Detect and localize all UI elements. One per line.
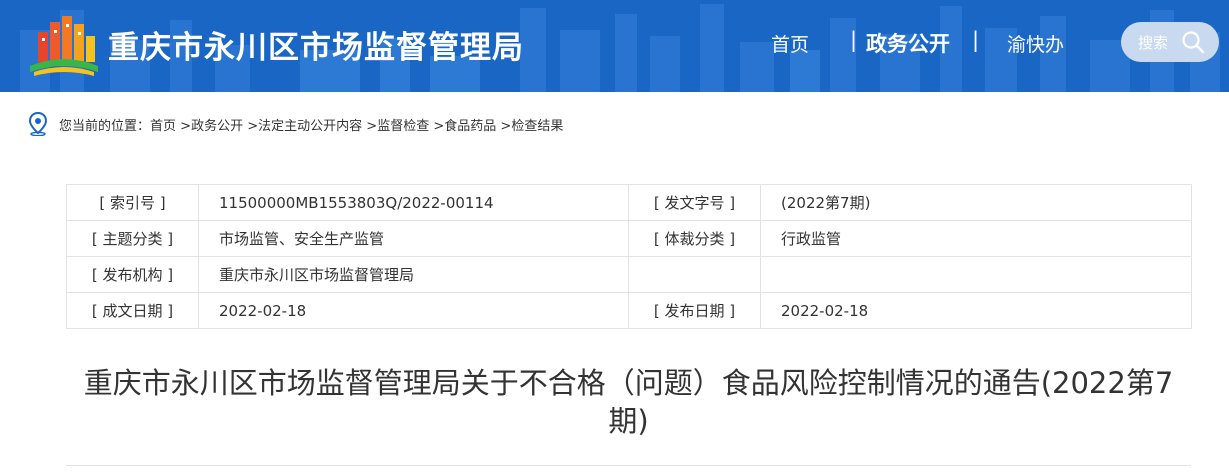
publishing-agency-label: [ 发布机构 ] — [66, 256, 199, 293]
breadcrumb-item-supervision-inspection[interactable]: 监督检查 — [377, 119, 429, 134]
breadcrumb-item-inspection-results[interactable]: 检查结果 — [511, 119, 563, 134]
breadcrumb-prefix: 您当前的位置： — [59, 119, 151, 134]
nav-separator: | — [850, 28, 858, 52]
search-icon — [1182, 31, 1205, 54]
index-number-label: [ 索引号 ] — [66, 184, 199, 221]
search-button-label: 搜索 — [1138, 34, 1169, 52]
document-number-value: (2022第7期) — [760, 184, 1192, 221]
nav-yukuaiban[interactable]: 渝快办 — [1007, 30, 1064, 57]
document-info-table: [ 索引号 ] 11500000MB1553803Q/2022-00114 [ … — [66, 184, 1192, 329]
publish-date-value: 2022-02-18 — [760, 292, 1192, 329]
publishing-agency-value: 重庆市永川区市场监督管理局 — [198, 256, 629, 293]
nav-government-affairs[interactable]: 政务公开 — [866, 28, 950, 58]
document-number-label: [ 发文字号 ] — [628, 184, 761, 221]
document-title: 重庆市永川区市场监督管理局关于不合格（问题）食品风险控制情况的通告(2022第7… — [60, 364, 1197, 440]
breadcrumb-arrow: > — [180, 119, 192, 134]
breadcrumb-arrow: > — [247, 119, 259, 134]
document-title-line: 期) — [608, 404, 649, 438]
search-button[interactable]: 搜索 — [1121, 22, 1219, 62]
genre-category-value: 行政监管 — [760, 220, 1192, 257]
empty-cell — [628, 256, 761, 293]
site-title[interactable]: 重庆市永川区市场监督管理局 — [108, 22, 524, 67]
table-row: [ 发布机构 ] 重庆市永川区市场监督管理局 — [66, 256, 1192, 293]
site-header: 重庆市永川区市场监督管理局 首页 | 政务公开 | 渝快办 搜索 — [0, 0, 1229, 92]
nav-separator: | — [972, 28, 980, 52]
breadcrumb-arrow: > — [366, 119, 378, 134]
table-row: [ 索引号 ] 11500000MB1553803Q/2022-00114 [ … — [66, 184, 1192, 221]
subject-category-value: 市场监管、安全生产监管 — [198, 220, 629, 257]
document-title-line: 重庆市永川区市场监督管理局关于不合格（问题）食品风险控制情况的通告(2022第7 — [83, 366, 1174, 400]
creation-date-value: 2022-02-18 — [198, 292, 629, 329]
breadcrumb-arrow: > — [433, 119, 445, 134]
breadcrumb-item-food-drugs[interactable]: 食品药品 — [444, 119, 496, 134]
breadcrumb-item-government-affairs[interactable]: 政务公开 — [191, 119, 243, 134]
location-pin-icon — [28, 112, 48, 136]
publish-date-label: [ 发布日期 ] — [628, 292, 761, 329]
index-number-value: 11500000MB1553803Q/2022-00114 — [198, 184, 629, 221]
nav-home[interactable]: 首页 — [771, 30, 809, 57]
logo-icon[interactable] — [28, 14, 100, 78]
breadcrumb-item-statutory-disclosure[interactable]: 法定主动公开内容 — [258, 119, 362, 134]
creation-date-label: [ 成文日期 ] — [66, 292, 199, 329]
empty-cell — [760, 256, 1192, 293]
table-row: [ 主题分类 ] 市场监管、安全生产监管 [ 体裁分类 ] 行政监管 — [66, 220, 1192, 257]
divider — [66, 465, 1191, 466]
breadcrumb-item-home[interactable]: 首页 — [150, 119, 176, 134]
breadcrumb-arrow: > — [500, 119, 512, 134]
table-row: [ 成文日期 ] 2022-02-18 [ 发布日期 ] 2022-02-18 — [66, 292, 1192, 329]
genre-category-label: [ 体裁分类 ] — [628, 220, 761, 257]
subject-category-label: [ 主题分类 ] — [66, 220, 199, 257]
